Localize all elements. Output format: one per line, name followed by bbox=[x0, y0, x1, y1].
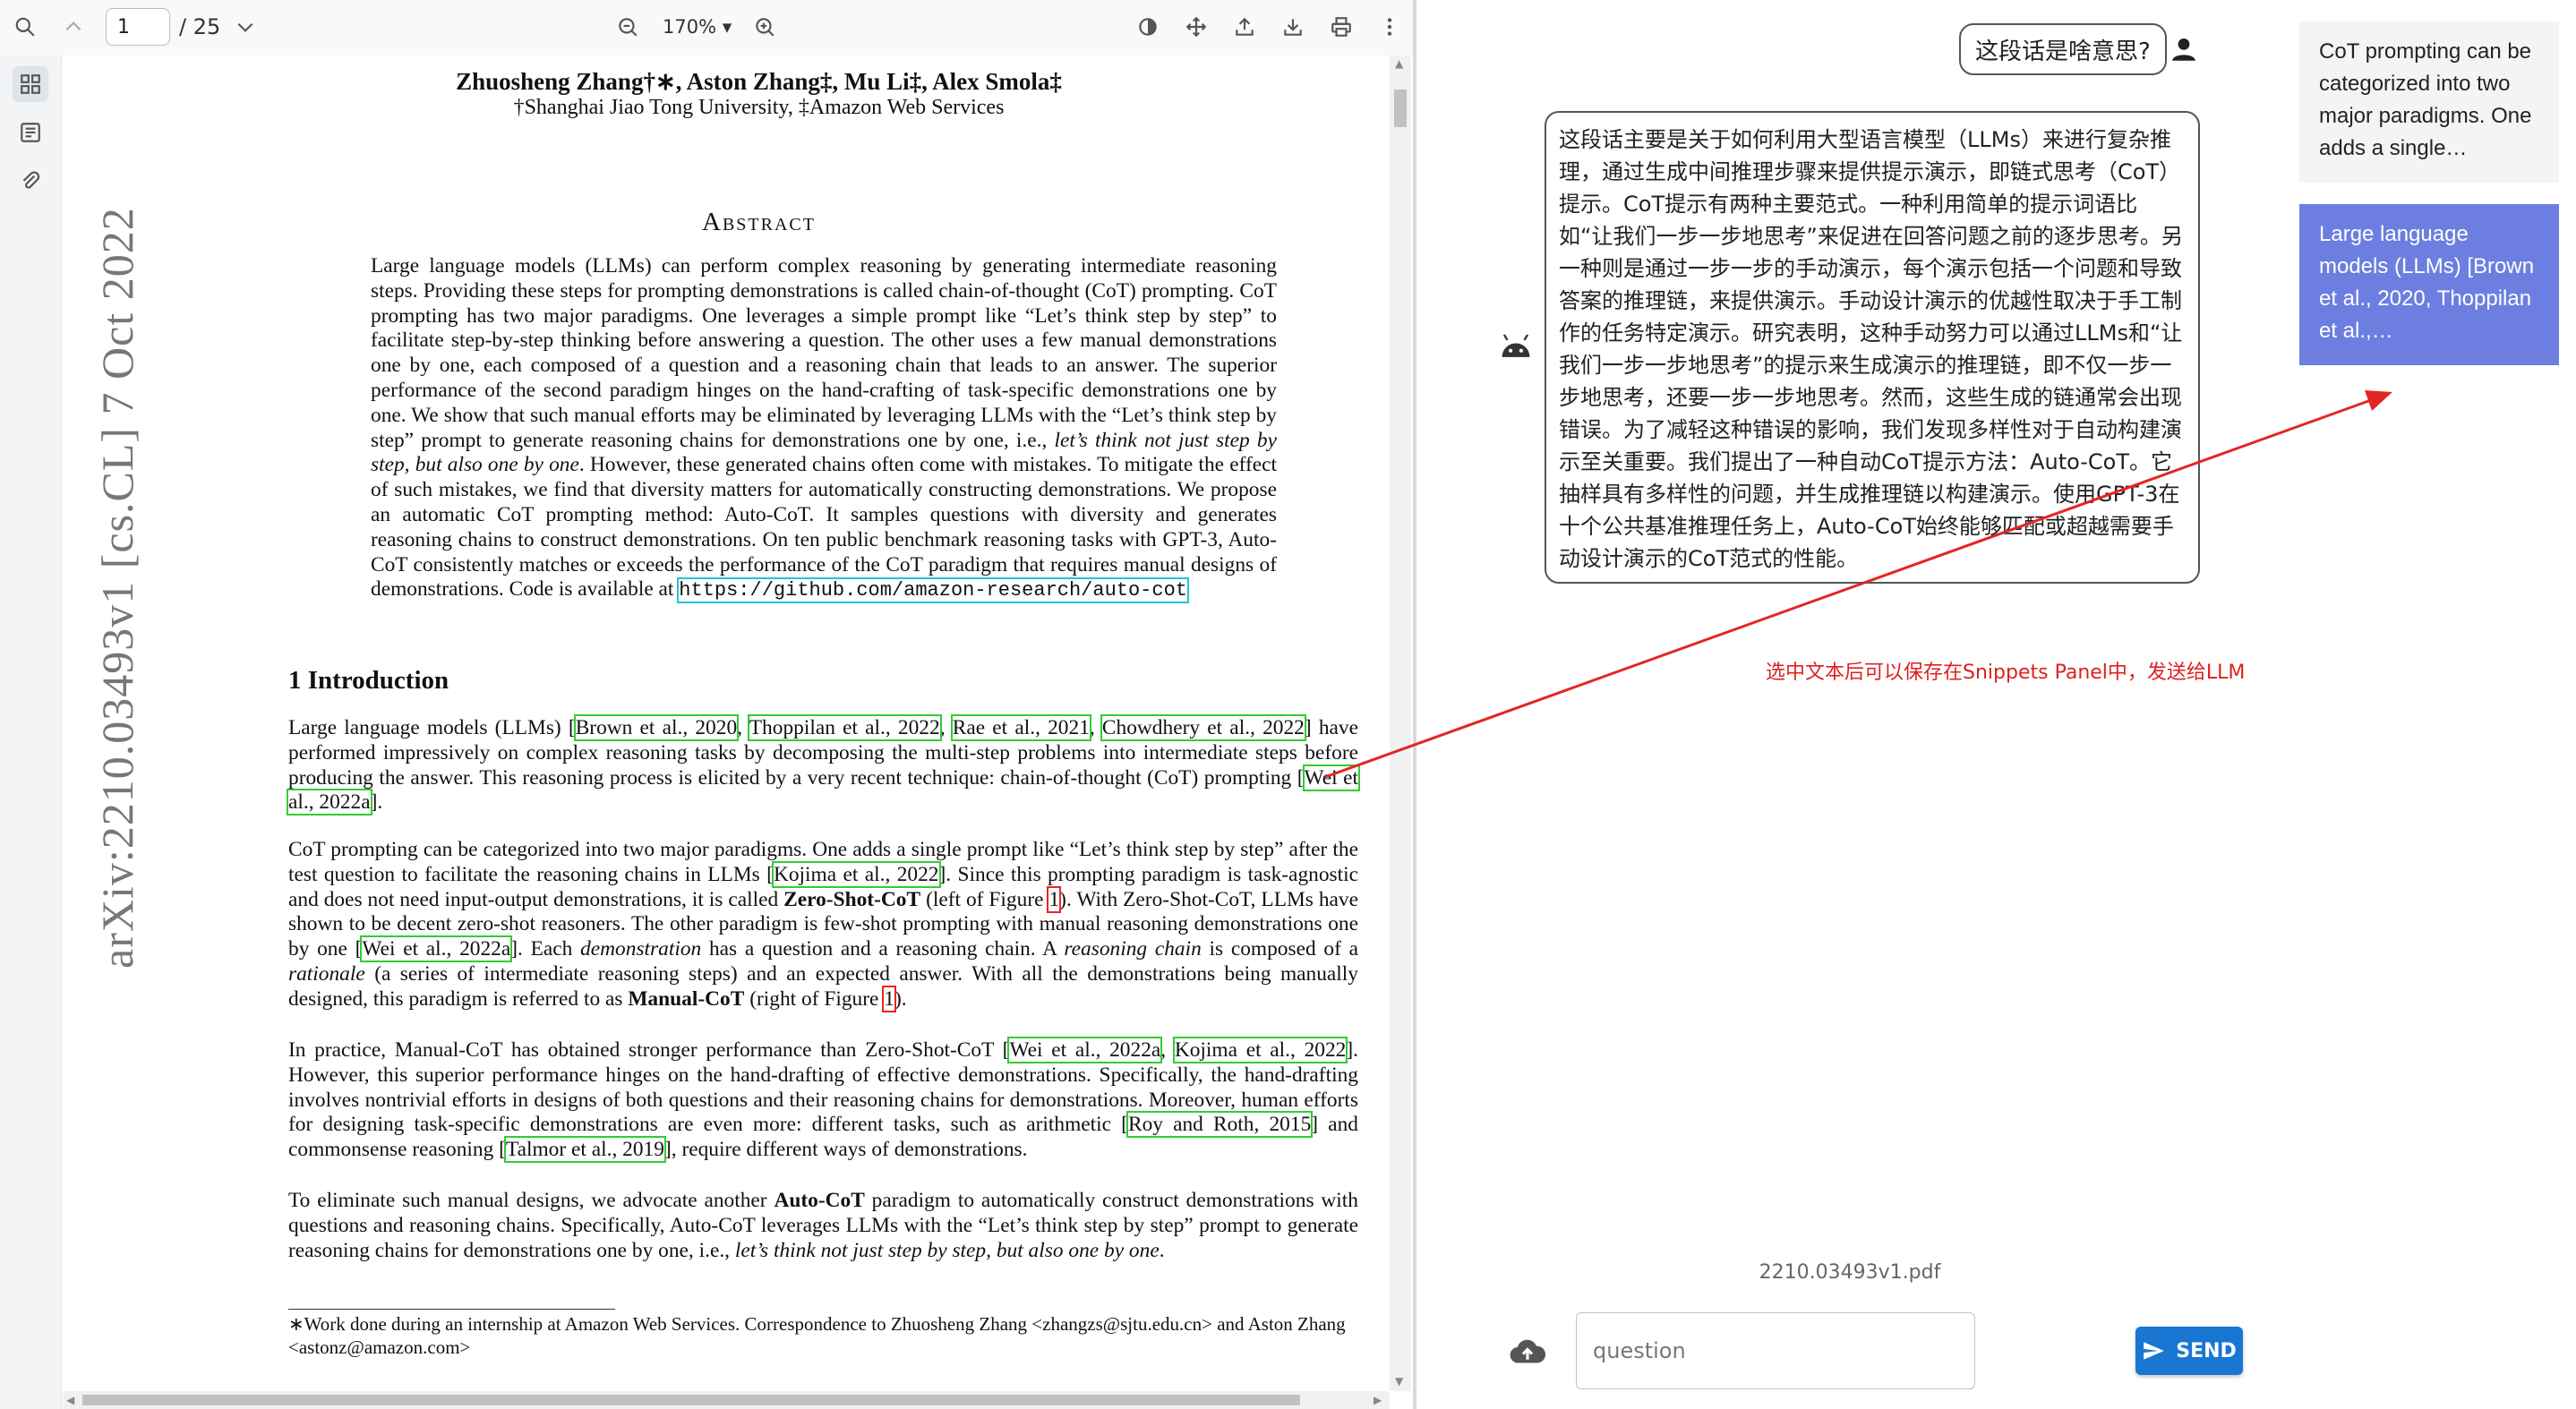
citation-link[interactable]: Kojima et al., 2022 bbox=[1172, 1037, 1348, 1063]
abstract-heading: Abstract bbox=[702, 208, 816, 236]
page-number-input[interactable] bbox=[106, 8, 170, 46]
pdf-viewer: / 25 170% ▾ bbox=[0, 0, 1416, 1409]
upload-icon[interactable] bbox=[1508, 1334, 1547, 1370]
search-icon[interactable] bbox=[7, 9, 43, 45]
more-options-icon[interactable] bbox=[1372, 9, 1408, 45]
zoom-level-select[interactable]: 170% ▾ bbox=[663, 16, 732, 38]
chat-panel: 这段话是啥意思? 这段话主要是关于如何利用大型语言模型（LLMs）来进行复杂推理… bbox=[1418, 0, 2285, 1409]
previous-page-icon[interactable] bbox=[56, 9, 91, 45]
pdf-page[interactable]: arXiv:2210.03493v1 [cs.CL] 7 Oct 2022 Zh… bbox=[63, 56, 1388, 1391]
zoom-in-icon[interactable] bbox=[747, 9, 783, 45]
question-input[interactable] bbox=[1576, 1312, 1975, 1389]
snippet-card-selected[interactable]: Large language models (LLMs) [Brown et a… bbox=[2299, 204, 2559, 365]
footnote: ∗Work done during an internship at Amazo… bbox=[288, 1313, 1346, 1358]
current-file-name: 2210.03493v1.pdf bbox=[1759, 1261, 1941, 1284]
next-page-icon[interactable] bbox=[227, 9, 263, 45]
code-link[interactable]: https://github.com/amazon-research/auto-… bbox=[677, 577, 1189, 604]
section-heading-introduction: 1 Introduction bbox=[288, 666, 449, 695]
pdf-toolbar: / 25 170% ▾ bbox=[0, 0, 1413, 56]
footnote-divider bbox=[288, 1309, 615, 1310]
theme-toggle-icon[interactable] bbox=[1130, 9, 1166, 45]
download-icon[interactable] bbox=[1275, 9, 1311, 45]
arxiv-stamp: arXiv:2210.03493v1 [cs.CL] 7 Oct 2022 bbox=[92, 207, 142, 969]
paper-affiliations: †Shanghai Jiao Tong University, ‡Amazon … bbox=[513, 96, 1005, 119]
move-icon[interactable] bbox=[1178, 9, 1214, 45]
send-icon bbox=[2144, 1342, 2165, 1360]
scroll-left-arrow-icon[interactable]: ◀ bbox=[66, 1394, 74, 1406]
user-message-bubble: 这段话是啥意思? bbox=[1959, 23, 2167, 75]
snippets-panel: CoT prompting can be categorized into tw… bbox=[2285, 0, 2576, 1409]
scroll-right-arrow-icon[interactable]: ▶ bbox=[1374, 1394, 1382, 1406]
citation-link[interactable]: Rae et al., 2021 bbox=[950, 714, 1091, 741]
citation-link[interactable]: Wei et al., 2022a bbox=[1007, 1037, 1163, 1063]
send-button-label: SEND bbox=[2176, 1339, 2237, 1362]
abstract-body: Large language models (LLMs) can perform… bbox=[371, 254, 1277, 604]
annotation-note: 选中文本后可以保存在Snippets Panel中，发送给LLM bbox=[1766, 662, 2246, 684]
citation-link[interactable]: Wei et al., 2022a bbox=[360, 935, 513, 963]
paragraph-2: CoT prompting can be categorized into tw… bbox=[288, 838, 1359, 1012]
scroll-down-arrow-icon[interactable]: ▼ bbox=[1395, 1375, 1403, 1388]
print-icon[interactable] bbox=[1323, 9, 1359, 45]
figure-ref-link[interactable]: 1 bbox=[882, 985, 896, 1012]
horizontal-scrollbar[interactable]: ◀ ▶ bbox=[63, 1391, 1390, 1409]
figure-ref-link[interactable]: 1 bbox=[1047, 885, 1062, 913]
page-total: / 25 bbox=[179, 14, 221, 39]
citation-link[interactable]: Kojima et al., 2022 bbox=[771, 860, 941, 888]
send-button[interactable]: SEND bbox=[2135, 1327, 2243, 1375]
zoom-out-icon[interactable] bbox=[610, 9, 646, 45]
user-avatar-icon bbox=[2172, 38, 2195, 61]
android-bot-icon bbox=[1502, 334, 1530, 357]
paragraph-3: In practice, Manual-CoT has obtained str… bbox=[288, 1037, 1358, 1164]
citation-link[interactable]: Brown et al., 2020 bbox=[573, 714, 740, 741]
vertical-scroll-thumb[interactable] bbox=[1394, 90, 1407, 127]
outline-icon[interactable] bbox=[13, 115, 48, 150]
citation-link[interactable]: Talmor et al., 2019 bbox=[503, 1136, 666, 1164]
paragraph-1: Large language models (LLMs) [Brown et a… bbox=[286, 714, 1361, 816]
pdf-sidebar bbox=[0, 56, 62, 1409]
attachment-icon[interactable] bbox=[13, 163, 48, 199]
horizontal-scroll-thumb[interactable] bbox=[82, 1395, 1300, 1405]
paper-authors: Zhuosheng Zhang†∗, Aston Zhang‡, Mu Li‡,… bbox=[456, 68, 1062, 95]
citation-link[interactable]: Chowdhery et al., 2022 bbox=[1100, 714, 1306, 741]
citation-link[interactable]: Roy and Roth, 2015 bbox=[1125, 1111, 1314, 1139]
scroll-up-arrow-icon[interactable]: ▲ bbox=[1395, 57, 1403, 70]
citation-link[interactable]: Thoppilan et al., 2022 bbox=[747, 714, 942, 741]
paragraph-4: To eliminate such manual designs, we adv… bbox=[288, 1189, 1358, 1262]
vertical-scrollbar[interactable]: ▲ ▼ bbox=[1390, 56, 1411, 1391]
open-file-icon[interactable] bbox=[1227, 9, 1262, 45]
thumbnails-icon[interactable] bbox=[13, 66, 48, 102]
bot-message-bubble: 这段话主要是关于如何利用大型语言模型（LLMs）来进行复杂推理，通过生成中间推理… bbox=[1545, 111, 2200, 584]
snippet-card[interactable]: CoT prompting can be categorized into tw… bbox=[2299, 21, 2559, 183]
